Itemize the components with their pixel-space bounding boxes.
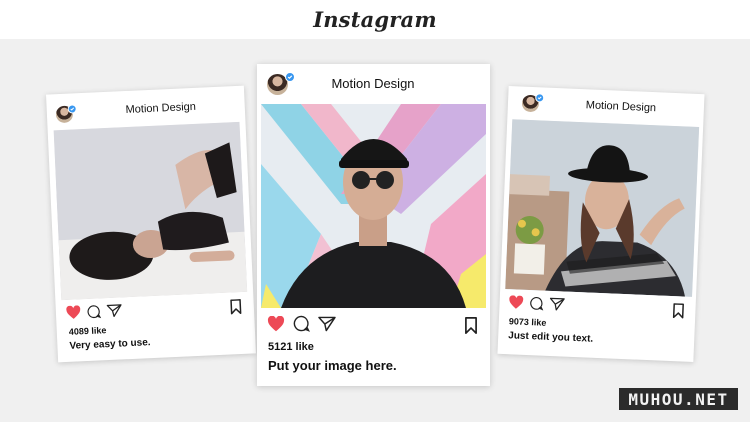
verified-badge-icon: [67, 104, 77, 114]
post-photo: [53, 121, 248, 301]
bookmark-icon[interactable]: [230, 299, 243, 320]
post-photo: [505, 119, 700, 297]
comment-icon[interactable]: [529, 296, 544, 316]
post-actions: [66, 299, 247, 323]
post-actions: [267, 315, 482, 337]
share-icon[interactable]: [549, 296, 565, 316]
post-caption: Just edit you text.: [508, 330, 594, 345]
comment-icon[interactable]: [87, 304, 102, 324]
like-count: 4089 like: [68, 325, 107, 337]
like-count: 9073 like: [508, 316, 547, 328]
share-icon[interactable]: [318, 316, 336, 337]
post-actions: [508, 294, 689, 323]
woman-in-hat-illustration: [505, 119, 700, 297]
woman-lying-on-bed-illustration: [53, 121, 248, 301]
comment-icon[interactable]: [293, 315, 311, 337]
post-caption: Very easy to use.: [69, 337, 151, 352]
post-card-left: Motion Design 4089 like Very easy to use…: [46, 85, 256, 363]
heart-icon[interactable]: [66, 304, 82, 325]
post-username[interactable]: Motion Design: [538, 97, 704, 116]
post-card-center: Motion Design 5121 like Put your image h…: [257, 64, 490, 386]
watermark: MUHOU.NET: [619, 388, 738, 410]
man-in-cap-illustration: [261, 104, 486, 308]
top-bar: Instagram: [0, 0, 750, 39]
instagram-logo: Instagram: [313, 7, 437, 32]
bookmark-icon[interactable]: [672, 303, 685, 323]
post-photo: [261, 104, 486, 308]
like-count: 5121 like: [268, 341, 314, 353]
post-username[interactable]: Motion Design: [77, 99, 245, 119]
post-card-right: Motion Design 9073 like Just edit you te…: [497, 86, 705, 362]
post-username[interactable]: Motion Design: [293, 76, 453, 91]
bookmark-icon[interactable]: [464, 317, 478, 339]
heart-icon[interactable]: [508, 294, 524, 315]
share-icon[interactable]: [106, 303, 123, 323]
heart-icon[interactable]: [267, 315, 285, 337]
post-caption: Put your image here.: [268, 358, 397, 373]
